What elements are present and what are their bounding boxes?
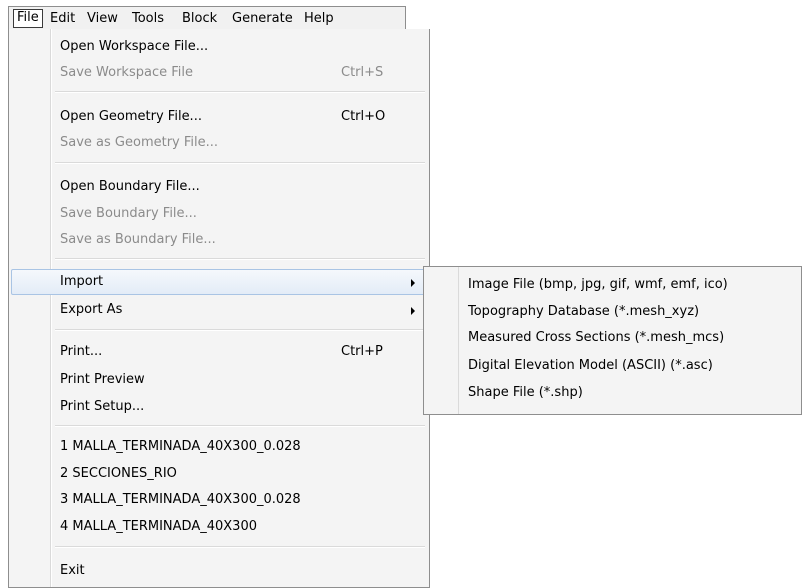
shortcut-label: Ctrl+S bbox=[341, 65, 384, 80]
menu-edit[interactable]: Edit bbox=[47, 10, 78, 27]
menu-item-label: Print Preview bbox=[60, 372, 145, 387]
submenu-arrow-icon bbox=[411, 279, 415, 287]
menu-separator bbox=[55, 258, 425, 260]
menu-item-save-workspace[interactable]: Save Workspace File Ctrl+S bbox=[9, 60, 429, 86]
menu-item-label: Save as Geometry File... bbox=[60, 135, 219, 150]
submenu-item-label: Shape File (*.shp) bbox=[468, 385, 583, 400]
menu-item-label: Export As bbox=[60, 302, 123, 317]
menu-block[interactable]: Block bbox=[179, 10, 220, 27]
menu-item-save-as-boundary[interactable]: Save as Boundary File... bbox=[9, 227, 429, 253]
submenu-item-label: Topography Database (*.mesh_xyz) bbox=[468, 304, 700, 319]
submenu-item-label: Image File (bmp, jpg, gif, wmf, emf, ico… bbox=[468, 277, 728, 292]
menu-item-export-as[interactable]: Export As bbox=[9, 297, 429, 323]
menu-item-open-boundary[interactable]: Open Boundary File... bbox=[9, 174, 429, 200]
menu-separator bbox=[55, 329, 425, 331]
menu-item-label: Open Workspace File... bbox=[60, 39, 209, 54]
menu-tools[interactable]: Tools bbox=[129, 10, 167, 27]
menu-item-label: Print... bbox=[60, 344, 103, 359]
submenu-item-topography-database[interactable]: Topography Database (*.mesh_xyz) bbox=[424, 299, 801, 325]
menu-item-print-setup[interactable]: Print Setup... bbox=[9, 394, 429, 420]
menu-item-label: 1 MALLA_TERMINADA_40X300_0.028 bbox=[60, 439, 301, 454]
shortcut-label: Ctrl+P bbox=[341, 344, 383, 359]
menu-bar: File Edit View Tools Block Generate Help bbox=[8, 6, 406, 29]
menu-help[interactable]: Help bbox=[301, 10, 337, 27]
menu-item-save-as-geometry[interactable]: Save as Geometry File... bbox=[9, 130, 429, 156]
menu-item-recent-2[interactable]: 2 SECCIONES_RIO bbox=[9, 461, 429, 487]
menu-view[interactable]: View bbox=[84, 10, 121, 27]
menu-item-print-preview[interactable]: Print Preview bbox=[9, 367, 429, 393]
menu-item-recent-4[interactable]: 4 MALLA_TERMINADA_40X300 bbox=[9, 514, 429, 540]
submenu-item-image-file[interactable]: Image File (bmp, jpg, gif, wmf, emf, ico… bbox=[424, 272, 801, 298]
menu-item-label: 3 MALLA_TERMINADA_40X300_0.028 bbox=[60, 492, 301, 507]
menu-item-label: 4 MALLA_TERMINADA_40X300 bbox=[60, 519, 257, 534]
menu-item-open-workspace[interactable]: Open Workspace File... bbox=[9, 34, 429, 60]
menu-item-open-geometry[interactable]: Open Geometry File... Ctrl+O bbox=[9, 104, 429, 130]
menu-item-recent-3[interactable]: 3 MALLA_TERMINADA_40X300_0.028 bbox=[9, 487, 429, 513]
menu-file[interactable]: File bbox=[13, 9, 43, 28]
menu-item-label: Save Workspace File bbox=[60, 65, 193, 80]
menu-item-label: Open Geometry File... bbox=[60, 109, 202, 124]
shortcut-label: Ctrl+O bbox=[341, 109, 386, 124]
menu-item-recent-1[interactable]: 1 MALLA_TERMINADA_40X300_0.028 bbox=[9, 434, 429, 460]
menu-item-label: Import bbox=[60, 274, 104, 289]
menu-generate[interactable]: Generate bbox=[229, 10, 296, 27]
menu-item-label: Save Boundary File... bbox=[60, 206, 197, 221]
menu-separator bbox=[55, 162, 425, 164]
menu-item-print[interactable]: Print... Ctrl+P bbox=[9, 339, 429, 365]
submenu-item-label: Measured Cross Sections (*.mesh_mcs) bbox=[468, 330, 725, 345]
menu-item-label: 2 SECCIONES_RIO bbox=[60, 466, 177, 481]
menu-separator bbox=[55, 91, 425, 93]
import-submenu: Image File (bmp, jpg, gif, wmf, emf, ico… bbox=[423, 266, 802, 415]
menu-item-label: Print Setup... bbox=[60, 399, 145, 414]
submenu-item-shape-file[interactable]: Shape File (*.shp) bbox=[424, 380, 801, 406]
submenu-item-label: Digital Elevation Model (ASCII) (*.asc) bbox=[468, 358, 713, 373]
menu-item-import[interactable]: Import bbox=[9, 269, 429, 295]
submenu-item-measured-cross-sections[interactable]: Measured Cross Sections (*.mesh_mcs) bbox=[424, 325, 801, 351]
menu-item-label: Open Boundary File... bbox=[60, 179, 200, 194]
submenu-arrow-icon bbox=[411, 307, 415, 315]
menu-item-label: Save as Boundary File... bbox=[60, 232, 216, 247]
menu-item-exit[interactable]: Exit bbox=[9, 558, 429, 584]
menu-item-save-boundary[interactable]: Save Boundary File... bbox=[9, 201, 429, 227]
file-menu-dropdown: Open Workspace File... Save Workspace Fi… bbox=[8, 29, 430, 588]
menu-separator bbox=[55, 425, 425, 427]
menu-separator bbox=[55, 546, 425, 548]
submenu-item-digital-elevation-model[interactable]: Digital Elevation Model (ASCII) (*.asc) bbox=[424, 353, 801, 379]
menu-item-label: Exit bbox=[60, 563, 85, 578]
